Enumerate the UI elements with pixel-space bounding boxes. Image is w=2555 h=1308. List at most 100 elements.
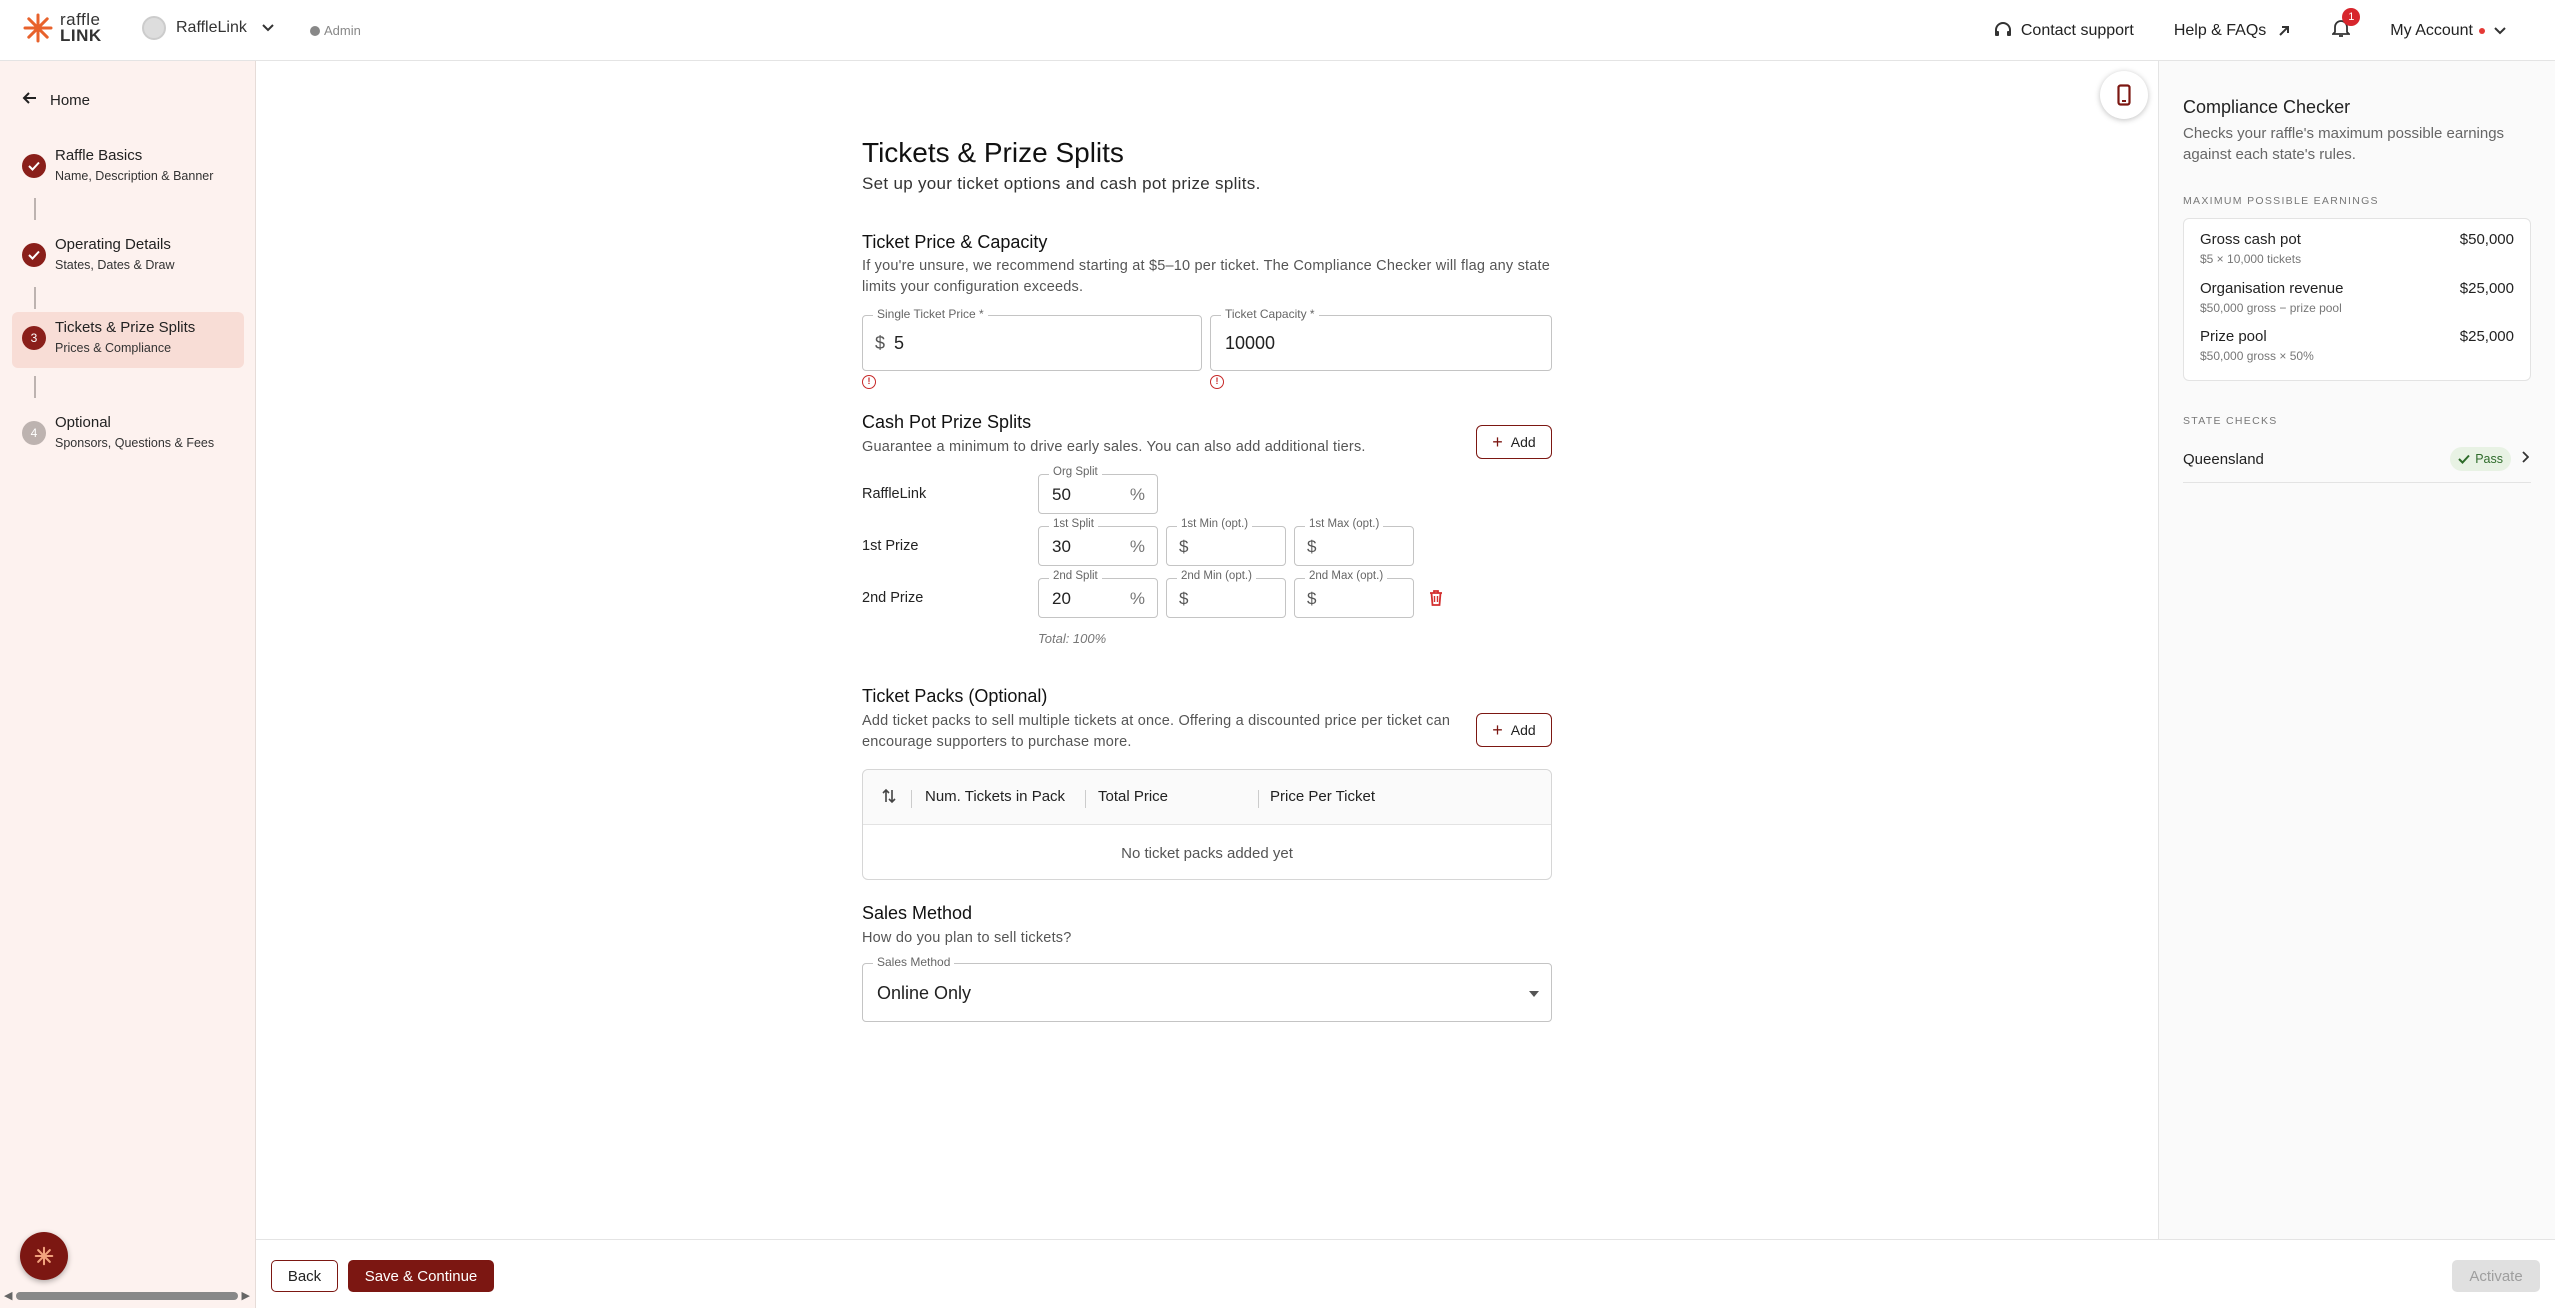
section-title-price-capacity: Ticket Price & Capacity <box>862 232 1048 252</box>
table-header: Num. Tickets in Pack Total Price Price P… <box>863 770 1551 825</box>
org-name: RaffleLink <box>176 19 247 36</box>
logo-text: raffle LINK <box>60 10 102 45</box>
top-bar: raffle LINK RaffleLink Admin Contact sup… <box>0 0 2555 61</box>
raffle-link-logo[interactable]: raffle LINK <box>22 10 102 45</box>
scroll-left-arrow-icon[interactable]: ◀ <box>4 1289 12 1302</box>
column-header: Total Price <box>1098 788 1169 805</box>
second-split-field[interactable]: 2nd Split 20 % <box>1038 570 1158 618</box>
org-switcher[interactable]: RaffleLink <box>142 16 275 40</box>
notifications-button[interactable]: 1 <box>2331 8 2361 43</box>
page-subtitle: Set up your ticket options and cash pot … <box>862 174 1261 193</box>
mobile-preview-button[interactable] <box>2100 71 2148 119</box>
back-button[interactable]: Back <box>271 1260 338 1292</box>
arrow-left-icon <box>22 91 38 110</box>
compliance-title: Compliance Checker <box>2183 97 2351 117</box>
help-faqs-link[interactable]: Help & FAQs <box>2174 22 2292 40</box>
split-row-label: 2nd Prize <box>862 590 924 606</box>
step-title: Tickets & Prize Splits <box>55 319 196 336</box>
section-title-cash-pot: Cash Pot Prize Splits <box>862 412 1032 432</box>
first-split-field[interactable]: 1st Split 30 % <box>1038 518 1158 566</box>
plus-icon: + <box>1492 431 1503 452</box>
second-max-field[interactable]: 2nd Max (opt.) $ <box>1294 570 1414 618</box>
ticket-capacity-field[interactable]: Ticket Capacity * 10000 <box>1210 307 1552 371</box>
save-continue-button[interactable]: Save & Continue <box>348 1260 494 1292</box>
plus-icon: + <box>1492 719 1503 740</box>
trash-icon[interactable] <box>1429 589 1443 612</box>
sunburst-logo-icon <box>23 13 53 43</box>
ticket-packs-table: Num. Tickets in Pack Total Price Price P… <box>862 769 1552 880</box>
check-icon <box>22 154 46 178</box>
step-connector <box>34 198 36 220</box>
step-number: 4 <box>22 421 46 445</box>
step-subtitle: Sponsors, Questions & Fees <box>55 436 215 450</box>
my-account-menu[interactable]: My Account <box>2390 22 2515 40</box>
step-number: 3 <box>22 326 46 350</box>
external-link-icon <box>2279 25 2290 36</box>
contact-support-button[interactable]: Contact support <box>1993 21 2134 41</box>
wizard-footer: Back Save & Continue Activate <box>256 1239 2555 1308</box>
split-total: Total: 100% <box>1038 631 1107 646</box>
step-subtitle: Name, Description & Banner <box>55 169 214 183</box>
step-raffle-basics[interactable]: Raffle Basics Name, Description & Banner <box>12 140 244 196</box>
state-check-queensland[interactable]: Queensland Pass <box>2183 443 2531 483</box>
pass-badge: Pass <box>2450 447 2511 471</box>
split-row-label: RaffleLink <box>862 486 927 502</box>
step-subtitle: Prices & Compliance <box>55 341 172 355</box>
earnings-caption: MAXIMUM POSSIBLE EARNINGS <box>2183 195 2379 207</box>
compliance-description: Checks your raffle's maximum possible ea… <box>2183 125 2505 163</box>
column-header: Num. Tickets in Pack <box>925 788 1066 805</box>
check-icon <box>22 243 46 267</box>
column-header: Price Per Ticket <box>1270 788 1376 805</box>
org-avatar <box>142 16 166 40</box>
step-connector <box>34 376 36 398</box>
chevron-down-icon <box>261 20 275 36</box>
activate-button[interactable]: Activate <box>2452 1260 2540 1292</box>
step-title: Optional <box>55 414 111 431</box>
step-operating-details[interactable]: Operating Details States, Dates & Draw <box>12 229 244 285</box>
dropdown-caret-icon <box>1529 991 1539 997</box>
page-title: Tickets & Prize Splits <box>862 137 1124 168</box>
chevron-right-icon <box>2521 450 2530 468</box>
mobile-phone-icon <box>2117 84 2131 106</box>
chevron-down-icon <box>2494 26 2506 34</box>
capacity-error-icon: ! <box>1210 375 1224 389</box>
split-row-label: 1st Prize <box>862 538 919 554</box>
section-desc-cash-pot: Guarantee a minimum to drive early sales… <box>862 439 1366 455</box>
sort-icon[interactable] <box>881 787 897 809</box>
check-icon <box>2458 454 2470 464</box>
sales-method-select[interactable]: Sales Method Online Only <box>862 955 1552 1022</box>
headset-icon <box>1994 21 2011 36</box>
step-title: Operating Details <box>55 236 171 253</box>
org-split-field[interactable]: Org Split 50 % <box>1038 466 1158 514</box>
role-icon <box>310 25 320 36</box>
step-optional[interactable]: 4 Optional Sponsors, Questions & Fees <box>12 407 244 463</box>
scrollbar-thumb[interactable] <box>16 1292 238 1300</box>
main-content: Tickets & Prize Splits Set up your ticke… <box>256 61 2158 1239</box>
state-checks-caption: STATE CHECKS <box>2183 415 2278 427</box>
add-prize-tier-button[interactable]: + Add <box>1476 425 1552 459</box>
help-launcher-button[interactable] <box>20 1232 68 1280</box>
step-title: Raffle Basics <box>55 147 143 164</box>
step-tickets-prize-splits[interactable]: 3 Tickets & Prize Splits Prices & Compli… <box>12 312 244 368</box>
wizard-sidebar: Home Raffle Basics Name, Description & B… <box>0 61 256 1308</box>
single-ticket-price-field[interactable]: Single Ticket Price * $ 5 <box>862 307 1202 371</box>
step-connector <box>34 287 36 309</box>
horizontal-scrollbar[interactable]: ◀ ▶ <box>4 1289 250 1302</box>
add-ticket-pack-button[interactable]: + Add <box>1476 713 1552 747</box>
notification-badge: 1 <box>2342 8 2361 26</box>
section-desc-ticket-packs: Add ticket packs to sell multiple ticket… <box>862 713 1451 750</box>
earnings-card: Gross cash pot $50,000 $5 × 10,000 ticke… <box>2183 218 2531 381</box>
compliance-checker-panel: Compliance Checker Checks your raffle's … <box>2158 61 2555 1239</box>
first-max-field[interactable]: 1st Max (opt.) $ <box>1294 518 1414 566</box>
account-alert-dot <box>2479 27 2485 34</box>
step-subtitle: States, Dates & Draw <box>55 258 175 272</box>
sunburst-icon <box>34 1246 54 1266</box>
scroll-right-arrow-icon[interactable]: ▶ <box>242 1289 250 1302</box>
role-badge: Admin <box>310 23 361 38</box>
first-min-field[interactable]: 1st Min (opt.) $ <box>1166 518 1286 566</box>
home-link[interactable]: Home <box>22 91 90 110</box>
section-desc-price-capacity: If you're unsure, we recommend starting … <box>862 258 1551 295</box>
second-min-field[interactable]: 2nd Min (opt.) $ <box>1166 570 1286 618</box>
section-desc-sales-method: How do you plan to sell tickets? <box>862 930 1072 946</box>
section-title-sales-method: Sales Method <box>862 903 973 923</box>
